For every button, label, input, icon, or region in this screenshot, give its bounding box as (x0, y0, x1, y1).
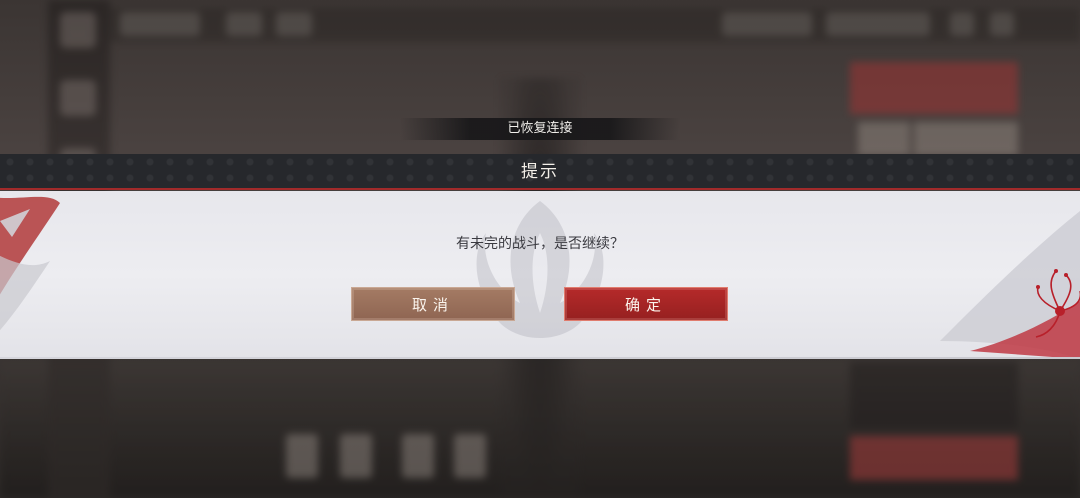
background-top-chip (950, 12, 974, 36)
background-slot (454, 434, 486, 478)
background-card (858, 122, 910, 156)
background-slot (340, 434, 372, 478)
ink-brush-left-decoration (0, 196, 60, 331)
game-screen: 已恢复连接 提示 有未完的战斗，是否继续？ 取消 确定 (0, 0, 1080, 498)
dialog-header: 提示 (0, 154, 1080, 190)
faded-crest-emblem-icon (476, 201, 604, 338)
background-card (966, 122, 1018, 156)
background-event-banner (850, 62, 1018, 114)
confirm-button[interactable]: 确定 (564, 287, 728, 321)
background-slot (286, 434, 318, 478)
cancel-button[interactable]: 取消 (351, 287, 515, 321)
background-start-button (850, 436, 1018, 480)
background-sidebar-icon (60, 12, 96, 48)
background-top-chip (722, 12, 812, 36)
spider-lily-right-decoration (940, 211, 1080, 359)
background-sidebar-icon (60, 80, 96, 116)
background-top-chip (120, 12, 200, 36)
background-slot (402, 434, 434, 478)
background-top-chip (226, 12, 262, 36)
background-top-chip (990, 12, 1014, 36)
reconnect-toast: 已恢复连接 (400, 118, 680, 140)
background-info-box (850, 362, 1018, 428)
background-top-chip (276, 12, 312, 36)
background-top-chip (826, 12, 930, 36)
dialog-title: 提示 (521, 162, 559, 182)
dialog-message: 有未完的战斗，是否继续？ (456, 236, 624, 252)
dialog-body: 有未完的战斗，是否继续？ 取消 确定 (0, 191, 1080, 359)
background-card (914, 122, 966, 156)
